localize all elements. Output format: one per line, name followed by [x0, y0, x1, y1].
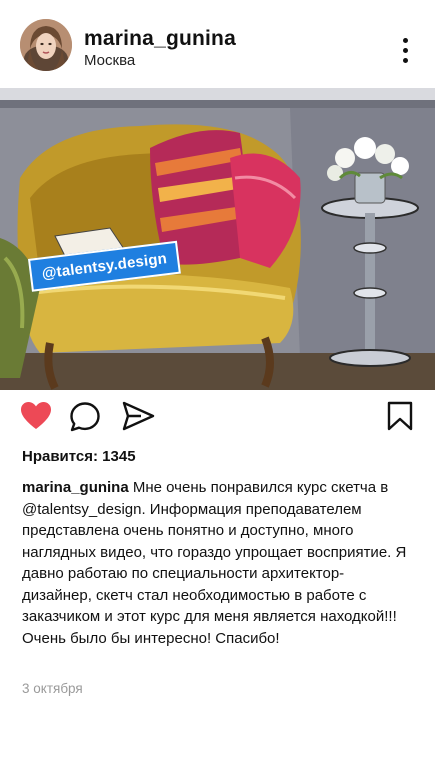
- caption-username[interactable]: marina_gunina: [22, 479, 129, 496]
- caption-text: Мне очень понравился курс скетча в @tale…: [22, 479, 407, 647]
- post-actions-bar: [0, 395, 435, 445]
- likes-count[interactable]: Нравится: 1345: [22, 448, 136, 465]
- post-date: 3 октября: [22, 681, 83, 696]
- post-caption: marina_gunina Мне очень понравился курс …: [22, 477, 407, 649]
- more-vertical-icon[interactable]: [395, 38, 415, 68]
- post-username[interactable]: marina_gunina: [84, 27, 236, 51]
- post-header: marina_gunina Москва: [0, 0, 435, 88]
- bookmark-icon[interactable]: [387, 401, 413, 436]
- post-location[interactable]: Москва: [84, 52, 135, 69]
- avatar[interactable]: [20, 19, 72, 71]
- heart-icon[interactable]: [20, 401, 52, 436]
- post-image[interactable]: [0, 88, 435, 390]
- comment-icon[interactable]: [69, 401, 101, 438]
- send-icon[interactable]: [122, 401, 155, 436]
